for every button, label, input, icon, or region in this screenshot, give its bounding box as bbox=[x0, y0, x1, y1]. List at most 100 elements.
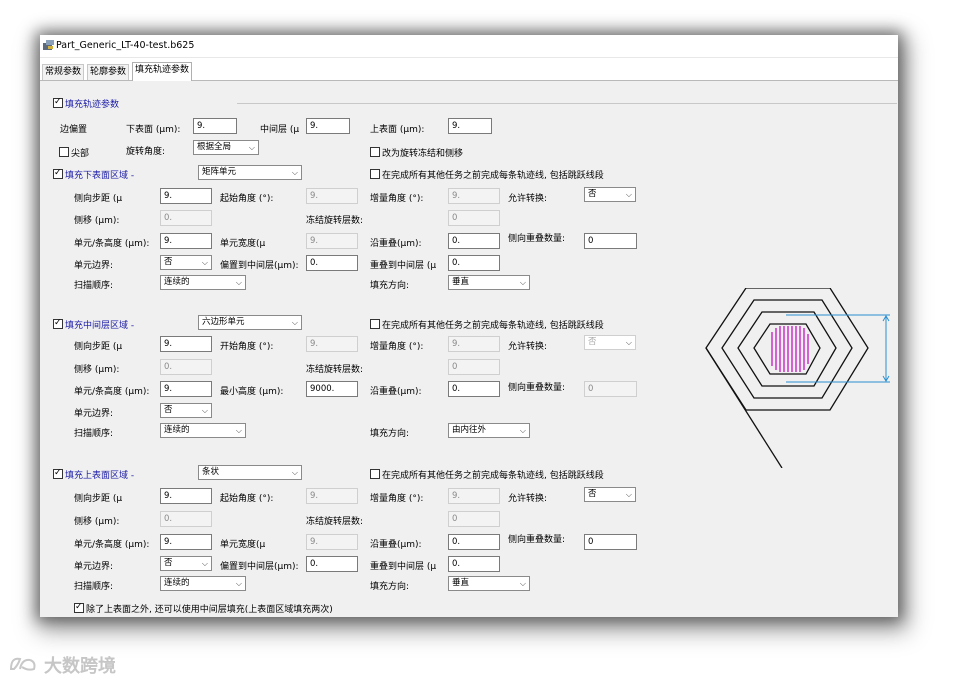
upper-side-overlap-label: 侧向重叠数量: bbox=[508, 535, 566, 545]
tab-fill-path[interactable]: 填充轨迹参数 bbox=[132, 62, 193, 81]
upper-complete-checkbox[interactable] bbox=[370, 469, 380, 479]
middle-complete-checkbox[interactable] bbox=[370, 319, 380, 329]
upper-cell-width-input[interactable]: 9. bbox=[306, 534, 358, 550]
rotate-freeze-checkbox[interactable] bbox=[370, 147, 380, 157]
middle-cell-height-input[interactable]: 9. bbox=[160, 381, 212, 397]
lower-shift-input[interactable]: 0. bbox=[160, 210, 212, 226]
lower-border-select[interactable]: 否 ⌵ bbox=[160, 255, 212, 270]
upper-offset-mid-input[interactable]: 0. bbox=[306, 556, 358, 572]
middle-border-value: 否 bbox=[164, 405, 173, 415]
chevron-down-icon: ⌵ bbox=[291, 168, 298, 177]
lower-scan-select[interactable]: 连续的 ⌵ bbox=[160, 275, 246, 290]
middle-allow-label: 允许转换: bbox=[508, 342, 548, 352]
lower-section-title: 填充下表面区域 - bbox=[65, 171, 135, 181]
lower-offset-mid-input[interactable]: 0. bbox=[306, 255, 358, 271]
middle-scan-select[interactable]: 连续的 ⌵ bbox=[160, 423, 246, 438]
tab-general[interactable]: 常规参数 bbox=[42, 64, 85, 80]
upper-side-overlap-input[interactable]: 0 bbox=[584, 534, 637, 550]
middle-freeze-input[interactable]: 0 bbox=[448, 359, 500, 375]
lower-overlap-mid-label: 重叠到中间层 (μ bbox=[370, 261, 437, 271]
upper-step-input[interactable]: 9. bbox=[160, 488, 212, 504]
middle-enable-checkbox[interactable] bbox=[53, 317, 63, 329]
upper-allow-select[interactable]: 否 ⌵ bbox=[584, 487, 636, 502]
upper-enable-checkbox[interactable] bbox=[53, 467, 63, 479]
upper-overlap-label: 沿重叠(μm): bbox=[370, 540, 422, 550]
extra-fill-checkbox[interactable] bbox=[74, 601, 84, 613]
lower-step-input[interactable]: 9. bbox=[160, 188, 212, 204]
middle-dir-select[interactable]: 由内往外 ⌵ bbox=[448, 423, 530, 438]
middle-shift-input[interactable]: 0. bbox=[160, 359, 212, 375]
upper-overlap-mid-input[interactable]: 0. bbox=[448, 556, 500, 572]
upper-overlap-input[interactable]: 0. bbox=[448, 534, 500, 550]
upper-inc-angle-label: 增量角度 (°): bbox=[370, 494, 424, 504]
upper-allow-label: 允许转换: bbox=[508, 494, 548, 504]
upper-shift-input[interactable]: 0. bbox=[160, 511, 212, 527]
extra-fill-label: 除了上表面之外, 还可以使用中间层填充(上表面区域填充两次) bbox=[86, 605, 333, 615]
middle-shift-label: 侧移 (μm): bbox=[74, 365, 120, 375]
upper-scan-value: 连续的 bbox=[164, 578, 190, 588]
middle-pattern-value: 六边形单元 bbox=[202, 317, 245, 327]
lower-enable-checkbox[interactable] bbox=[53, 167, 63, 179]
lower-offset-mid-label: 偏置到中间层(μm): bbox=[220, 261, 299, 271]
lower-dir-select[interactable]: 垂直 ⌵ bbox=[448, 275, 530, 290]
hex-outline-1 bbox=[705, 288, 869, 411]
upper-border-select[interactable]: 否 ⌵ bbox=[160, 556, 212, 571]
lower-cell-height-input[interactable]: 9. bbox=[160, 233, 212, 249]
chevron-down-icon: ⌵ bbox=[291, 318, 298, 327]
middle-inc-angle-label: 增量角度 (°): bbox=[370, 342, 424, 352]
lower-step-label: 侧向步距 (μ bbox=[74, 194, 123, 204]
fill-enable-checkbox[interactable] bbox=[53, 96, 63, 108]
lower-start-angle-input[interactable]: 9. bbox=[306, 188, 358, 204]
app-icon bbox=[43, 40, 54, 50]
lower-overlap-input[interactable]: 0. bbox=[448, 233, 500, 249]
upper-scan-select[interactable]: 连续的 ⌵ bbox=[160, 576, 246, 591]
middle-side-overlap-input[interactable]: 0 bbox=[584, 381, 637, 397]
upper-offset-input[interactable]: 9. bbox=[448, 118, 492, 134]
upper-dir-select[interactable]: 垂直 ⌵ bbox=[448, 576, 530, 591]
lower-start-angle-label: 起始角度 (°): bbox=[220, 194, 274, 204]
lower-overlap-mid-input[interactable]: 0. bbox=[448, 255, 500, 271]
tab-contour[interactable]: 轮廓参数 bbox=[87, 64, 130, 80]
section-divider bbox=[237, 103, 897, 104]
lower-complete-checkbox[interactable] bbox=[370, 169, 380, 179]
chevron-down-icon: ⌵ bbox=[625, 338, 632, 347]
upper-border-label: 单元边界: bbox=[74, 562, 114, 572]
upper-cell-width-label: 单元宽度(μ bbox=[220, 540, 266, 550]
middle-overlap-input[interactable]: 0. bbox=[448, 381, 500, 397]
middle-section-title: 填充中间层区域 - bbox=[65, 321, 135, 331]
lower-side-overlap-label: 侧向重叠数量: bbox=[508, 234, 566, 244]
upper-cell-height-input[interactable]: 9. bbox=[160, 534, 212, 550]
tip-checkbox[interactable] bbox=[59, 147, 69, 157]
hex-outline-4 bbox=[753, 323, 821, 375]
upper-inc-angle-input[interactable]: 9. bbox=[448, 488, 500, 504]
lower-offset-input[interactable]: 9. bbox=[193, 118, 237, 134]
middle-pattern-select[interactable]: 六边形单元 ⌵ bbox=[198, 315, 302, 330]
lower-cell-width-input[interactable]: 9. bbox=[306, 233, 358, 249]
lower-side-overlap-input[interactable]: 0 bbox=[584, 233, 637, 249]
chevron-down-icon: ⌵ bbox=[201, 559, 208, 568]
middle-allow-select[interactable]: 否 ⌵ bbox=[584, 335, 636, 350]
lower-inc-angle-input[interactable]: 9. bbox=[448, 188, 500, 204]
rotation-select[interactable]: 根据全局 ⌵ bbox=[193, 140, 259, 155]
lower-pattern-select[interactable]: 矩阵单元 ⌵ bbox=[198, 165, 302, 180]
middle-start-angle-input[interactable]: 9. bbox=[306, 336, 358, 352]
middle-start-angle-label: 开始角度 (°): bbox=[220, 342, 274, 352]
middle-complete-label: 在完成所有其他任务之前完成每条轨迹线, 包括跳跃线段 bbox=[382, 321, 604, 331]
window-title: Part_Generic_LT-40-test.b625 bbox=[56, 40, 195, 51]
middle-border-label: 单元边界: bbox=[74, 409, 114, 419]
middle-freeze-label: 冻结旋转层数: bbox=[306, 365, 364, 375]
middle-step-input[interactable]: 9. bbox=[160, 336, 212, 352]
upper-start-angle-input[interactable]: 9. bbox=[306, 488, 358, 504]
upper-freeze-input[interactable]: 0 bbox=[448, 511, 500, 527]
lower-freeze-input[interactable]: 0 bbox=[448, 210, 500, 226]
upper-pattern-value: 条状 bbox=[202, 467, 220, 477]
middle-offset-input[interactable]: 9. bbox=[306, 118, 350, 134]
lower-allow-select[interactable]: 否 ⌵ bbox=[584, 187, 636, 202]
upper-pattern-select[interactable]: 条状 ⌵ bbox=[198, 465, 302, 480]
middle-step-label: 侧向步距 (μ bbox=[74, 342, 123, 352]
upper-overlap-mid-label: 重叠到中间层 (μ bbox=[370, 562, 437, 572]
middle-inc-angle-input[interactable]: 9. bbox=[448, 336, 500, 352]
middle-min-height-input[interactable]: 9000. bbox=[306, 381, 358, 397]
rotation-value: 根据全局 bbox=[197, 142, 232, 152]
middle-border-select[interactable]: 否 ⌵ bbox=[160, 403, 212, 418]
